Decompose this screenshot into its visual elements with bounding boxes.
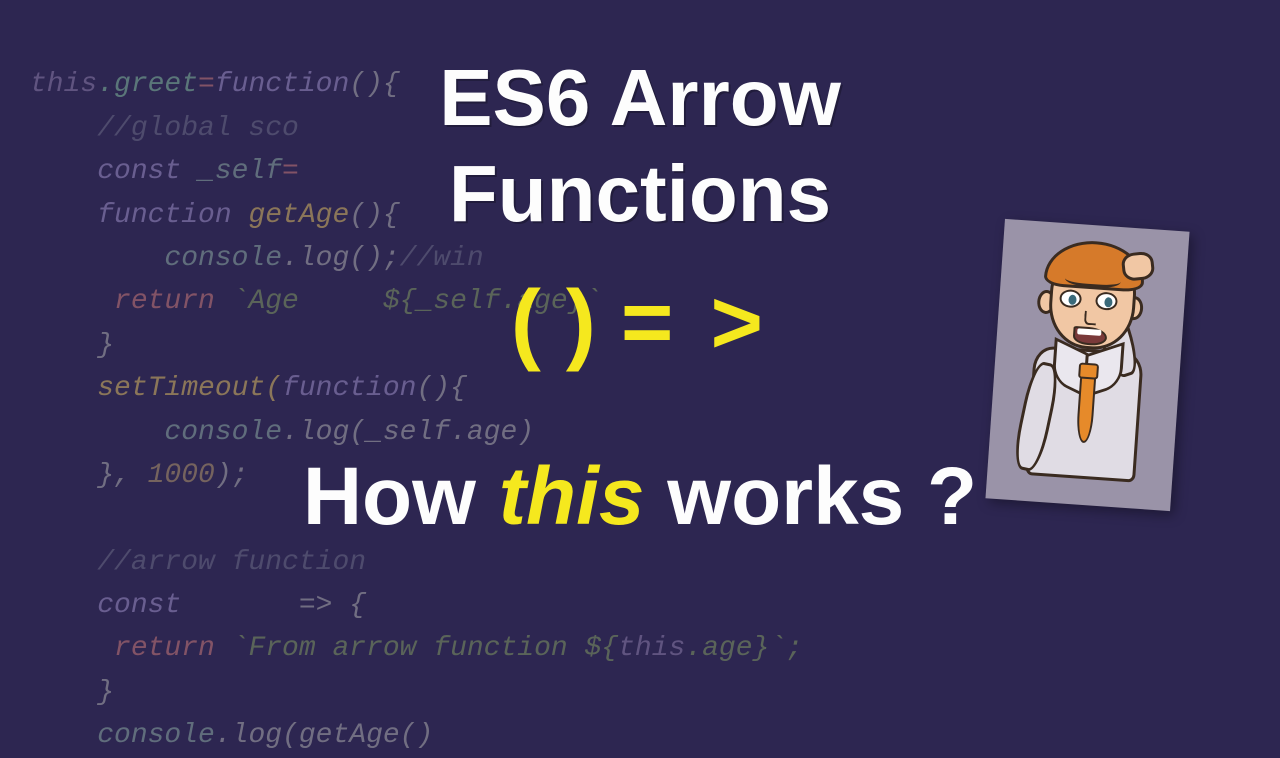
confused-character-frame: [985, 219, 1189, 511]
lparen: (: [511, 273, 535, 373]
question-line: How this works ?: [303, 450, 977, 544]
code-token: .log(getAge(): [215, 720, 433, 751]
confused-character-icon: [994, 229, 1182, 500]
code-token: console: [30, 720, 215, 751]
rparen: ): [566, 273, 590, 373]
q-this: this: [499, 451, 645, 542]
q-works: works ?: [645, 451, 978, 542]
gt: >: [711, 273, 770, 373]
q-how: How: [303, 451, 499, 542]
arrow-syntax-text: ( ) = >: [511, 272, 769, 375]
equals: =: [621, 273, 680, 373]
title-line-1: ES6 Arrow: [439, 50, 841, 146]
title-line-2: Functions: [449, 146, 831, 242]
